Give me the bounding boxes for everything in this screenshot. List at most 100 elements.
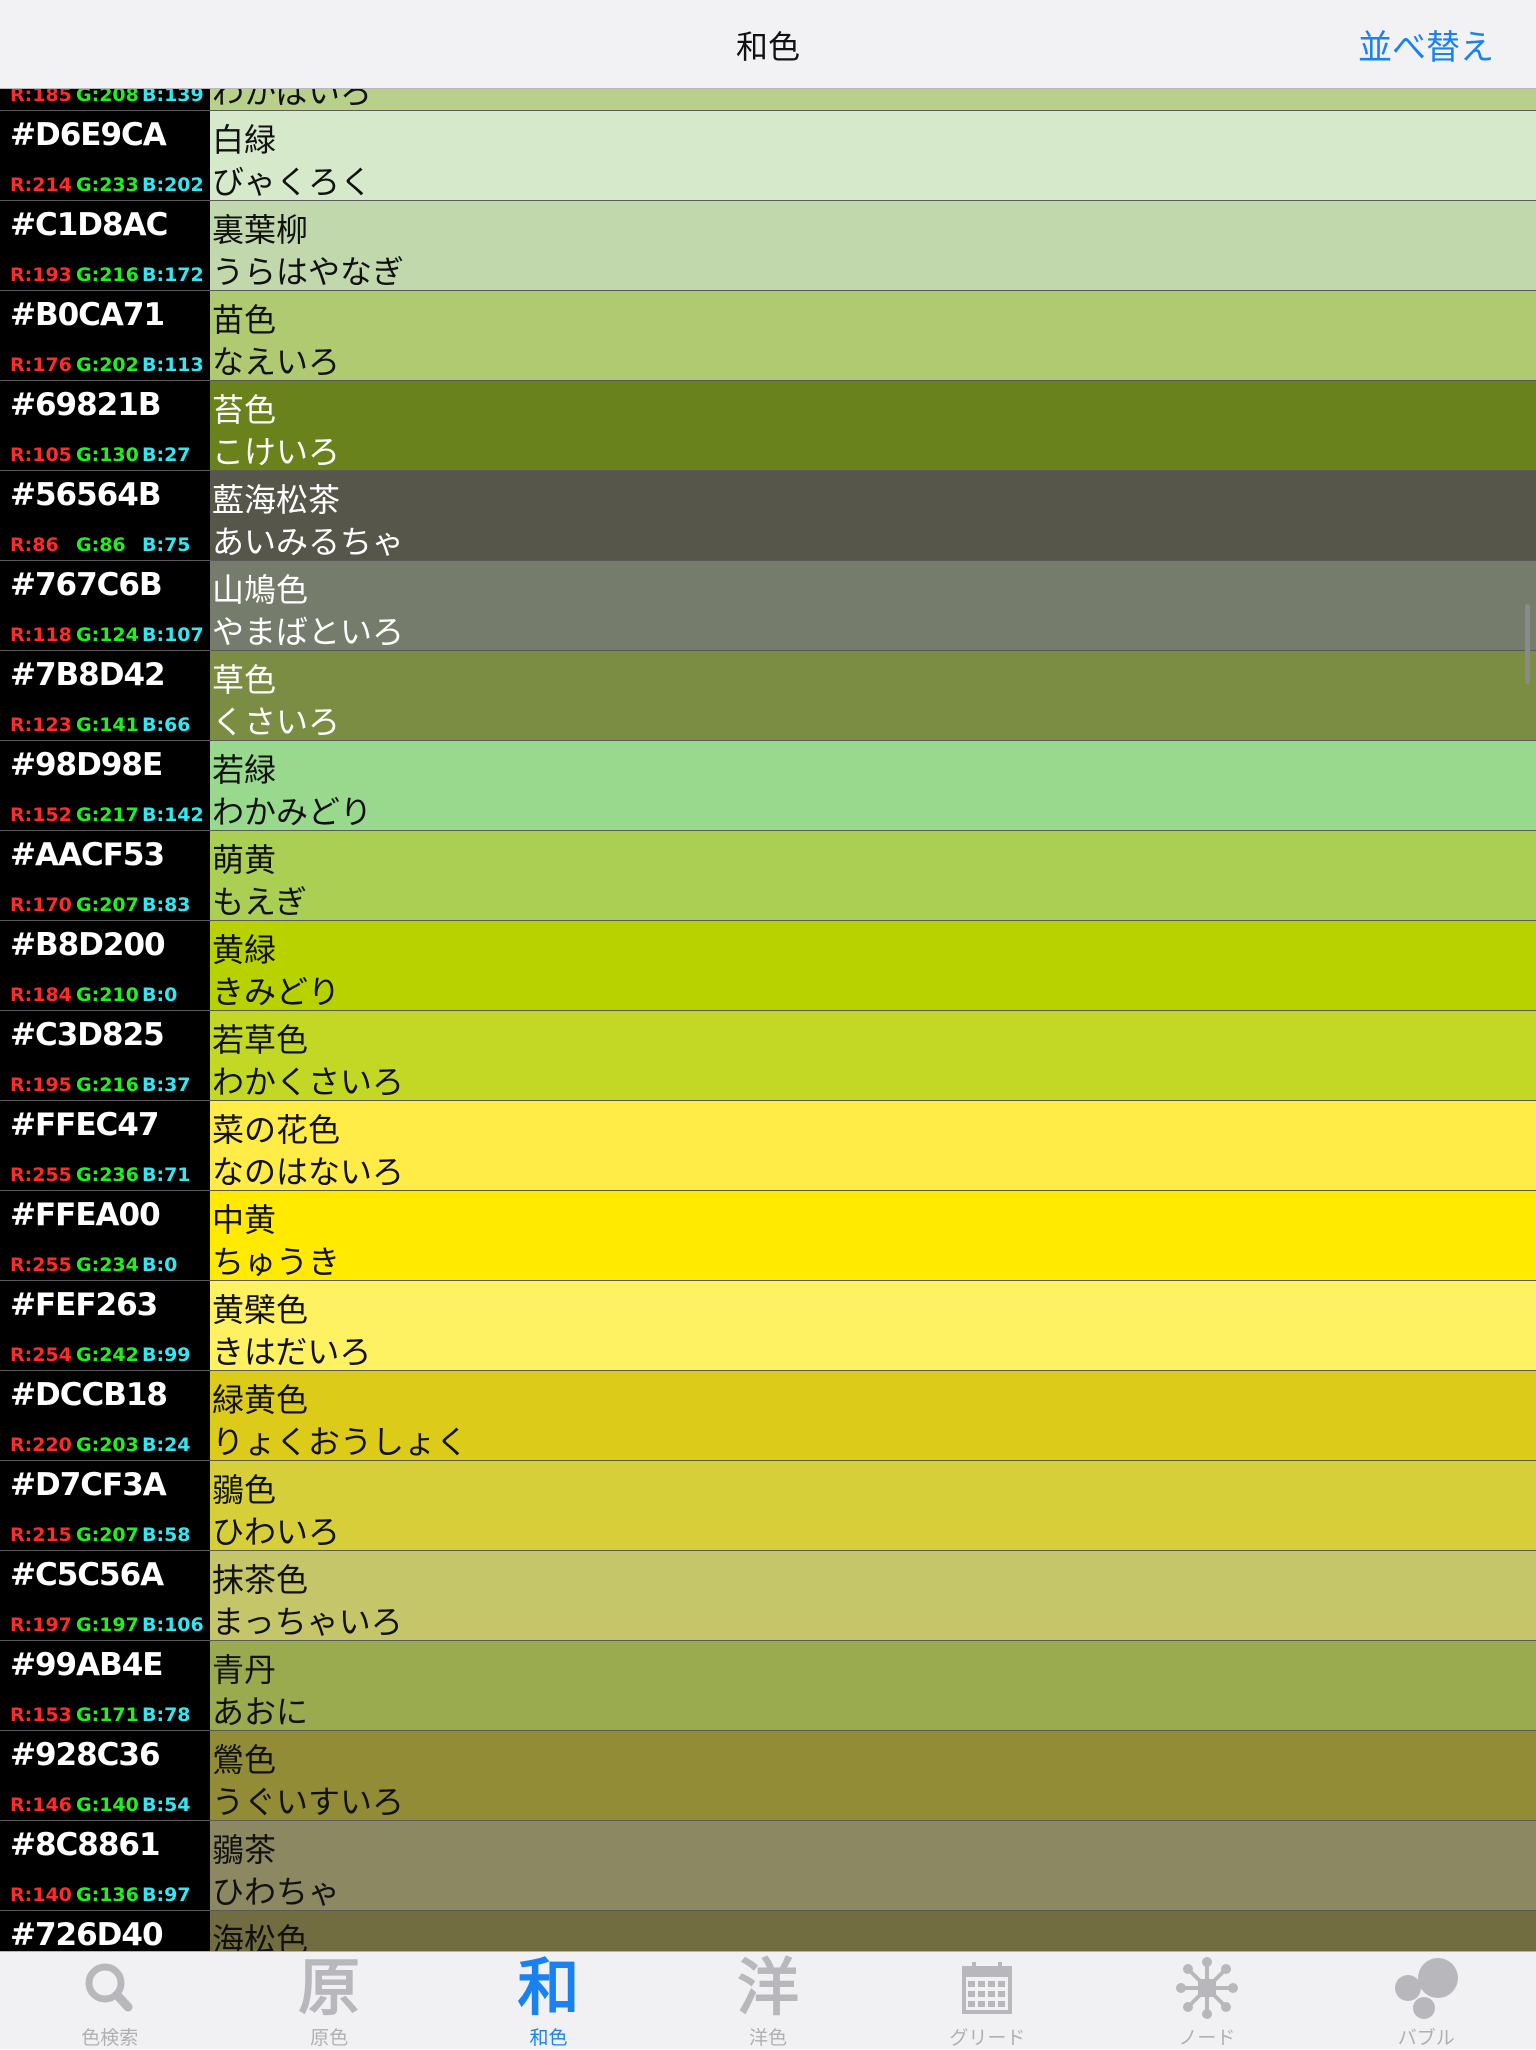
color-name-kanji: 若草色 bbox=[212, 1021, 309, 1059]
color-row[interactable]: #D6E9CA R:214 G:233 B:202 白緑 びゃくろく bbox=[0, 111, 1536, 201]
color-name-kana: あいみるちゃ bbox=[212, 523, 405, 561]
scroll-indicator[interactable] bbox=[1525, 604, 1530, 684]
blue-value: B:0 bbox=[142, 1254, 178, 1276]
color-name-kanji: 裏葉柳 bbox=[212, 211, 309, 249]
color-row[interactable]: #FFEC47 R:255 G:236 B:71 菜の花色 なのはないろ bbox=[0, 1101, 1536, 1191]
color-row[interactable]: #C1D8AC R:193 G:216 B:172 裏葉柳 うらはやなぎ bbox=[0, 201, 1536, 291]
color-row[interactable]: #D7CF3A R:215 G:207 B:58 鶸色 ひわいろ bbox=[0, 1461, 1536, 1551]
green-value: G:197 bbox=[76, 1614, 139, 1636]
blue-value: B:113 bbox=[142, 354, 204, 376]
color-swatch: 中黄 ちゅうき bbox=[210, 1191, 1536, 1280]
tab-6[interactable]: バブル bbox=[1317, 1952, 1536, 2049]
tab-glyph: 原 bbox=[298, 1951, 361, 2024]
color-row[interactable]: #69821B R:105 G:130 B:27 苔色 こけいろ bbox=[0, 381, 1536, 471]
tab-glyph: 洋 bbox=[736, 1951, 799, 2024]
tab-label: 色検索 bbox=[81, 2027, 139, 2049]
color-code-cell: #C3D825 R:195 G:216 B:37 bbox=[10, 1011, 209, 1100]
color-name-kanji: 鶸色 bbox=[212, 1471, 277, 1509]
red-value: R:220 bbox=[10, 1434, 72, 1456]
color-name-kana: うぐいすいろ bbox=[212, 1783, 405, 1821]
color-name-kana: もえぎ bbox=[212, 883, 308, 921]
color-row[interactable]: #56564B R:86 G:86 B:75 藍海松茶 あいみるちゃ bbox=[0, 471, 1536, 561]
color-row[interactable]: #FFEA00 R:255 G:234 B:0 中黄 ちゅうき bbox=[0, 1191, 1536, 1281]
color-list[interactable]: #B9D08BR:185G:208B:139若葉色わかばいろ #D6E9CA R:2… bbox=[0, 89, 1536, 1951]
hex-code: #FFEC47 bbox=[10, 1107, 159, 1143]
color-row[interactable]: #C3D825 R:195 G:216 B:37 若草色 わかくさいろ bbox=[0, 1011, 1536, 1101]
tab-0[interactable]: 色検索 bbox=[0, 1952, 219, 2049]
rgb-values: R:140 G:136 B:97 bbox=[10, 1884, 209, 1906]
color-name-kanji: 苗色 bbox=[212, 301, 277, 339]
color-row[interactable]: #98D98E R:152 G:217 B:142 若緑 わかみどり bbox=[0, 741, 1536, 831]
green-value: G:171 bbox=[76, 1704, 139, 1726]
color-code-cell: #928C36 R:146 G:140 B:54 bbox=[10, 1731, 209, 1820]
color-swatch: 抹茶色 まっちゃいろ bbox=[210, 1551, 1536, 1640]
color-swatch: 黄檗色 きはだいろ bbox=[210, 1281, 1536, 1370]
hex-code: #B8D200 bbox=[10, 927, 166, 963]
color-swatch: 萌黄 もえぎ bbox=[210, 831, 1536, 920]
sort-button[interactable]: 並べ替え bbox=[1358, 20, 1494, 69]
color-swatch: 裏葉柳 うらはやなぎ bbox=[210, 201, 1536, 290]
color-name-kanji: 緑黄色 bbox=[212, 1381, 309, 1419]
color-name-kana: くさいろ bbox=[212, 703, 341, 741]
color-name-kana: こけいろ bbox=[212, 433, 341, 471]
hex-code: #767C6B bbox=[10, 567, 163, 603]
color-swatch: 苗色 なえいろ bbox=[210, 291, 1536, 380]
red-value: R:197 bbox=[10, 1614, 72, 1636]
color-swatch: 鶸茶 ひわちゃ bbox=[210, 1821, 1536, 1910]
calendar-grid-icon bbox=[947, 1956, 1027, 2020]
color-code-cell: #B9D08BR:185G:208B:139 bbox=[10, 89, 209, 110]
color-row[interactable]: #AACF53 R:170 G:207 B:83 萌黄 もえぎ bbox=[0, 831, 1536, 921]
red-value: R:193 bbox=[10, 264, 72, 286]
tab-4[interactable]: グリード bbox=[878, 1952, 1097, 2049]
color-swatch: 若緑 わかみどり bbox=[210, 741, 1536, 830]
color-name-kana: なのはないろ bbox=[212, 1153, 405, 1191]
color-name-kana: ひわいろ bbox=[212, 1513, 341, 1551]
color-name-kanji: 抹茶色 bbox=[212, 1561, 309, 1599]
navigation-bar: 和色 並べ替え bbox=[0, 0, 1536, 89]
tab-bar: 色検索 原原色和和色洋洋色 グリードノード バブル bbox=[0, 1951, 1536, 2049]
color-swatch: 若葉色わかばいろ bbox=[210, 89, 1536, 110]
blue-value: B:97 bbox=[142, 1884, 191, 1906]
color-row[interactable]: #C5C56A R:197 G:197 B:106 抹茶色 まっちゃいろ bbox=[0, 1551, 1536, 1641]
blue-value: B:142 bbox=[142, 804, 204, 826]
hex-code: #69821B bbox=[10, 387, 161, 423]
red-value: R:146 bbox=[10, 1794, 72, 1816]
tab-5[interactable]: ノード bbox=[1097, 1952, 1316, 2049]
red-value: R:176 bbox=[10, 354, 72, 376]
red-value: R:255 bbox=[10, 1254, 72, 1276]
tab-3[interactable]: 洋洋色 bbox=[658, 1951, 877, 2050]
color-name-kanji: 鶸茶 bbox=[212, 1831, 277, 1869]
color-row[interactable]: #FEF263 R:254 G:242 B:99 黄檗色 きはだいろ bbox=[0, 1281, 1536, 1371]
color-row[interactable]: #DCCB18 R:220 G:203 B:24 緑黄色 りょくおうしょく bbox=[0, 1371, 1536, 1461]
color-row[interactable]: #B0CA71 R:176 G:202 B:113 苗色 なえいろ bbox=[0, 291, 1536, 381]
blue-value: B:71 bbox=[142, 1164, 191, 1186]
color-row[interactable]: #928C36 R:146 G:140 B:54 鶯色 うぐいすいろ bbox=[0, 1731, 1536, 1821]
color-row[interactable]: #99AB4E R:153 G:171 B:78 青丹 あおに bbox=[0, 1641, 1536, 1731]
color-row[interactable]: #767C6B R:118 G:124 B:107 山鳩色 やまばといろ bbox=[0, 561, 1536, 651]
color-name-kana: びゃくろく bbox=[212, 163, 373, 201]
color-code-cell: #C5C56A R:197 G:197 B:106 bbox=[10, 1551, 209, 1640]
rgb-values: R:152 G:217 B:142 bbox=[10, 804, 209, 826]
tab-label: 和色 bbox=[529, 2027, 568, 2049]
color-row[interactable]: #B9D08BR:185G:208B:139若葉色わかばいろ bbox=[0, 89, 1536, 111]
tab-1[interactable]: 原原色 bbox=[219, 1951, 438, 2050]
green-value: G:136 bbox=[76, 1884, 139, 1906]
blue-value: B:24 bbox=[142, 1434, 191, 1456]
color-name-kana: ちゅうき bbox=[212, 1243, 341, 1281]
color-swatch: 藍海松茶 あいみるちゃ bbox=[210, 471, 1536, 560]
rgb-values: R:118 G:124 B:107 bbox=[10, 624, 209, 646]
blue-value: B:75 bbox=[142, 534, 191, 556]
tab-label: ノード bbox=[1178, 2027, 1236, 2049]
tab-2[interactable]: 和和色 bbox=[439, 1952, 658, 2050]
color-swatch: 黄緑 きみどり bbox=[210, 921, 1536, 1010]
hex-code: #FEF263 bbox=[10, 1287, 158, 1323]
color-row[interactable]: #7B8D42 R:123 G:141 B:66 草色 くさいろ bbox=[0, 651, 1536, 741]
rgb-values: R:170 G:207 B:83 bbox=[10, 894, 209, 916]
color-row[interactable]: #B8D200 R:184 G:210 B:0 黄緑 きみどり bbox=[0, 921, 1536, 1011]
node-network-icon bbox=[1167, 1956, 1247, 2020]
hex-code: #C5C56A bbox=[10, 1557, 164, 1593]
color-row[interactable]: #8C8861 R:140 G:136 B:97 鶸茶 ひわちゃ bbox=[0, 1821, 1536, 1911]
color-row[interactable]: #726D40R:114G:109B:64海松色みるいろ bbox=[0, 1911, 1536, 1951]
blue-value: B:27 bbox=[142, 444, 191, 466]
green-value: G:217 bbox=[76, 804, 139, 826]
